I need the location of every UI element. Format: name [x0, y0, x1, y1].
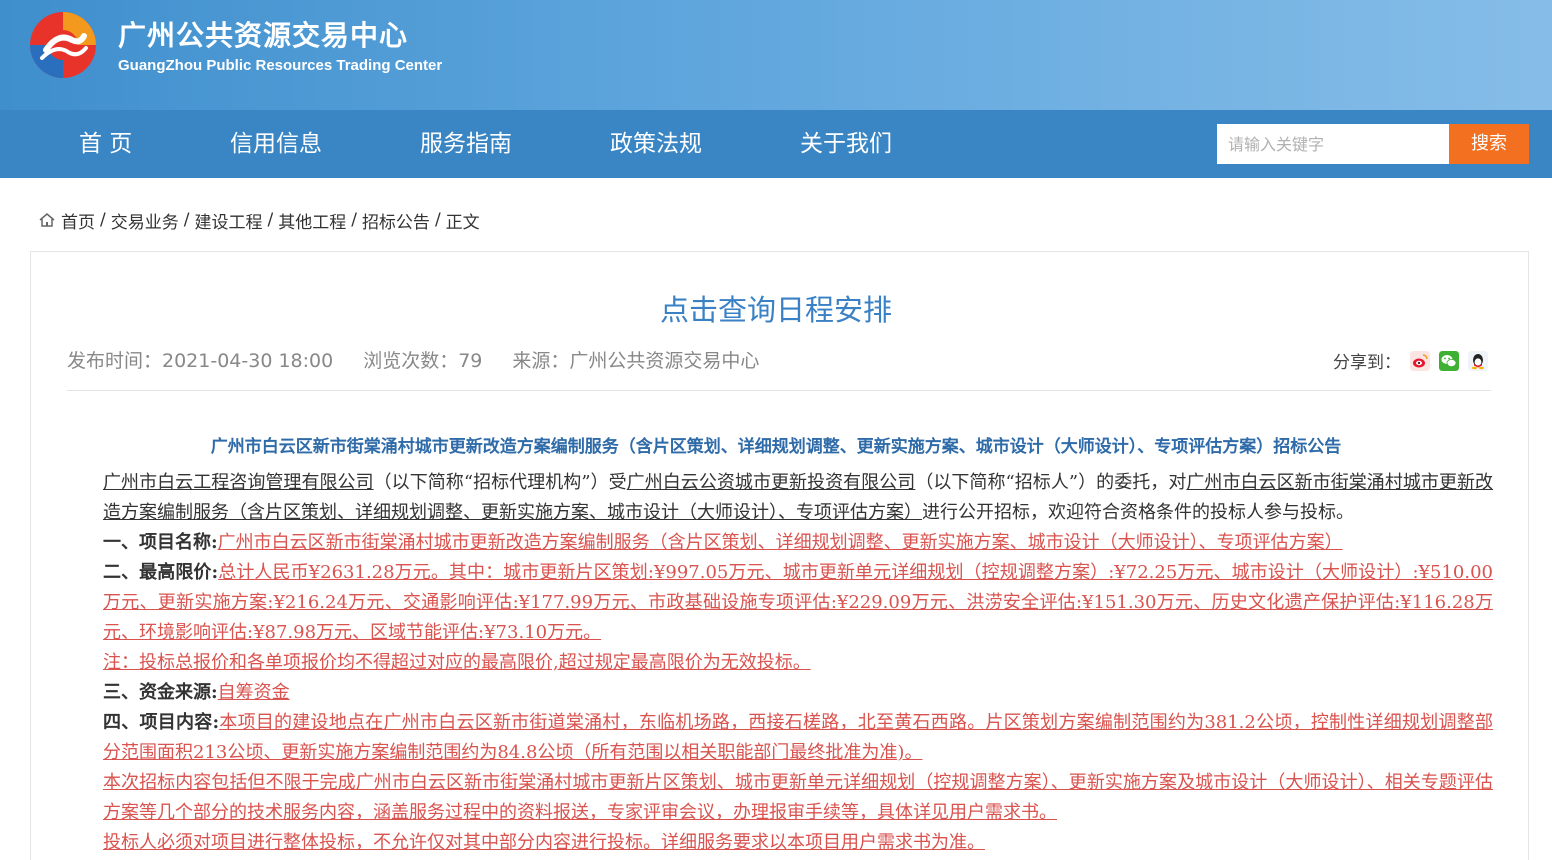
article-source: 来源：广州公共资源交易中心 — [512, 350, 760, 372]
nav-item-policy[interactable]: 政策法规 — [610, 110, 702, 178]
section-max-price: 二、最高限价:总计人民币¥2631.28万元。其中：城市更新片区策划:¥997.… — [67, 558, 1493, 648]
share-label: 分享到： — [1333, 353, 1401, 373]
site-subtitle: GuangZhou Public Resources Trading Cente… — [118, 57, 443, 74]
notice-title: 广州市白云区新市街棠涌村城市更新改造方案编制服务（含片区策划、详细规划调整、更新… — [210, 437, 1342, 457]
nav-item-guide[interactable]: 服务指南 — [420, 110, 512, 178]
agency-name: 广州市白云工程咨询管理有限公司 — [103, 472, 374, 493]
breadcrumb-separator: / — [183, 210, 190, 230]
intro-text-2: （以下简称“招标人”）的委托，对 — [915, 472, 1187, 493]
section-3-label: 三、资金来源: — [103, 682, 218, 703]
intro-text-1: （以下简称“招标代理机构”）受 — [373, 472, 627, 493]
site-title: 广州公共资源交易中心 — [118, 19, 409, 52]
tenderer-name: 广州白云公资城市更新投资有限公司 — [626, 472, 916, 493]
breadcrumb-separator: / — [434, 210, 441, 230]
view-count: 浏览次数：79 — [363, 350, 483, 372]
breadcrumb-separator: / — [351, 210, 357, 230]
wechat-icon[interactable] — [1439, 350, 1459, 371]
section-3-value: 自筹资金 — [217, 682, 290, 703]
breadcrumb-separator: / — [267, 210, 274, 230]
price-note: 注：投标总报价和各单项报价均不得超过对应的最高限价,超过规定最高限价为无效投标。 — [67, 648, 1493, 678]
site-header: 广州公共资源交易中心 GuangZhou Public Resources Tr… — [0, 0, 1552, 110]
search-button[interactable]: 搜索 — [1449, 124, 1529, 164]
section-2-label: 二、最高限价: — [103, 562, 219, 583]
section-funding: 三、资金来源:自筹资金 — [67, 678, 1493, 708]
publish-time: 发布时间：2021-04-30 18:00 — [67, 350, 334, 372]
content-paragraph-3: 投标人必须对项目进行整体投标，不允许仅对其中部分内容进行投标。详细服务要求以本项… — [67, 828, 1493, 858]
home-icon — [39, 213, 55, 227]
breadcrumb-current: 正文 — [445, 212, 480, 233]
breadcrumb-separator: / — [100, 210, 106, 230]
section-4-value: 本项目的建设地点在广州市白云区新市街道棠涌村，东临机场路，西接石槎路，北至黄石西… — [103, 712, 1493, 763]
search-input[interactable] — [1217, 124, 1449, 164]
price-note-text: 注：投标总报价和各单项报价均不得超过对应的最高限价,超过规定最高限价为无效投标。 — [103, 652, 811, 673]
schedule-link[interactable]: 点击查询日程安排 — [0, 287, 1552, 329]
section-1-value: 广州市白云区新市街棠涌村城市更新改造方案编制服务（含片区策划、详细规划调整、更新… — [217, 532, 1343, 553]
breadcrumb-construction[interactable]: 建设工程 — [194, 208, 262, 233]
section-2-value: 总计人民币¥2631.28万元。其中：城市更新片区策划:¥997.05万元、城市… — [103, 562, 1493, 643]
meta-divider — [67, 390, 1491, 391]
breadcrumb-home[interactable]: 首页 — [61, 208, 95, 233]
logo-icon[interactable] — [28, 10, 98, 80]
section-4-label: 四、项目内容: — [103, 712, 220, 733]
breadcrumb-notice[interactable]: 招标公告 — [362, 208, 430, 233]
content-paragraph-3-text: 投标人必须对项目进行整体投标，不允许仅对其中部分内容进行投标。详细服务要求以本项… — [103, 832, 985, 853]
section-1-label: 一、项目名称: — [103, 532, 218, 553]
section-project-name: 一、项目名称:广州市白云区新市街棠涌村城市更新改造方案编制服务（含片区策划、详细… — [67, 528, 1493, 558]
intro-paragraph: 广州市白云工程咨询管理有限公司（以下简称“招标代理机构”）受广州白云公资城市更新… — [67, 468, 1493, 528]
content-paragraph-2-text: 本次招标内容包括但不限于完成广州市白云区新市街棠涌村城市更新片区策划、城市更新单… — [103, 772, 1493, 823]
content-paragraph-2: 本次招标内容包括但不限于完成广州市白云区新市街棠涌村城市更新片区策划、城市更新单… — [67, 768, 1493, 828]
nav-item-home[interactable]: 首 页 — [79, 110, 132, 178]
weibo-icon[interactable] — [1410, 350, 1430, 371]
breadcrumb: 首页 / 交易业务 / 建设工程 / 其他工程 / 招标公告 / 正文 — [38, 207, 480, 233]
qq-icon[interactable] — [1468, 350, 1488, 371]
share-block: 分享到： — [1333, 348, 1488, 373]
section-content: 四、项目内容:本项目的建设地点在广州市白云区新市街道棠涌村，东临机场路，西接石槎… — [67, 708, 1493, 768]
nav-item-about[interactable]: 关于我们 — [800, 110, 892, 178]
breadcrumb-other[interactable]: 其他工程 — [278, 208, 346, 233]
nav-item-credit[interactable]: 信用信息 — [230, 110, 322, 178]
breadcrumb-trading[interactable]: 交易业务 — [111, 208, 179, 233]
article-meta: 发布时间：2021-04-30 18:00 浏览次数：79 来源：广州公共资源交… — [67, 346, 789, 373]
intro-text-3: 进行公开招标，欢迎符合资格条件的投标人参与投标。 — [922, 502, 1354, 523]
